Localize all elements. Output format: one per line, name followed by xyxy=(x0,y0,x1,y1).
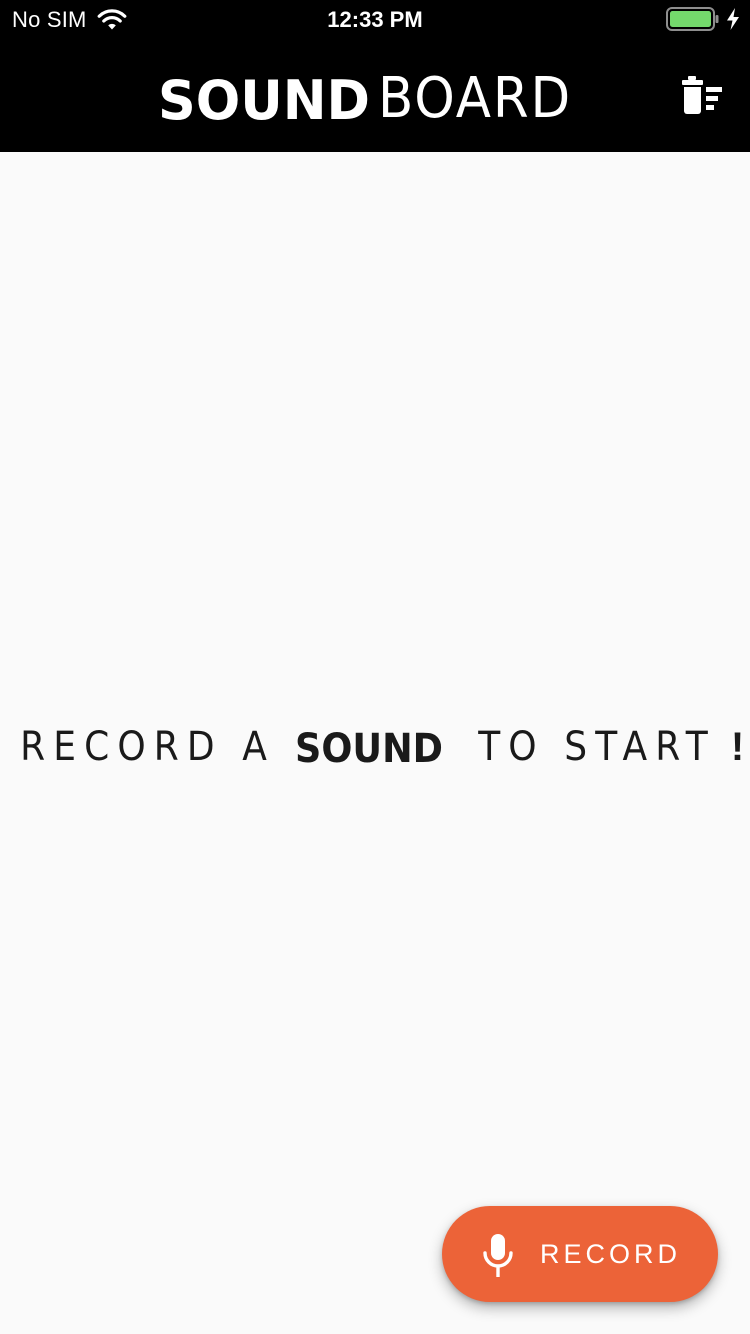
status-bar: No SIM 12:33 PM xyxy=(0,0,750,40)
record-button[interactable]: RECORD xyxy=(442,1206,718,1302)
clear-sounds-button[interactable] xyxy=(682,76,726,116)
app-bar: No SIM 12:33 PM SOUND BOARD xyxy=(0,0,750,152)
charging-bolt-icon xyxy=(727,8,739,30)
empty-state-highlight: SOUND xyxy=(295,729,443,765)
empty-state-sound-wordmark: SOUND xyxy=(295,729,443,765)
header: SOUND BOARD xyxy=(0,40,750,152)
record-button-label: RECORD xyxy=(540,1239,682,1269)
empty-state-exclamation: ! xyxy=(730,725,745,769)
empty-state-prefix: RECORD A xyxy=(19,724,275,770)
trash-list-icon xyxy=(682,76,722,114)
empty-state-suffix: TO START xyxy=(478,724,716,770)
soundboard-logo: SOUND BOARD xyxy=(158,66,598,131)
logo-sound-wordmark: SOUND xyxy=(158,76,370,122)
logo-sound-text: SOUND xyxy=(158,76,370,122)
logo-board-text: BOARD xyxy=(378,66,573,131)
status-time: 12:33 PM xyxy=(327,7,423,32)
status-right xyxy=(666,7,740,31)
empty-state-message: RECORD A SOUND TO START ! xyxy=(0,722,750,772)
microphone-icon xyxy=(483,1234,513,1277)
battery-icon xyxy=(666,7,719,31)
soundboard-screen: No SIM 12:33 PM SOUND BOARD RECORD A SOU… xyxy=(0,0,750,1334)
